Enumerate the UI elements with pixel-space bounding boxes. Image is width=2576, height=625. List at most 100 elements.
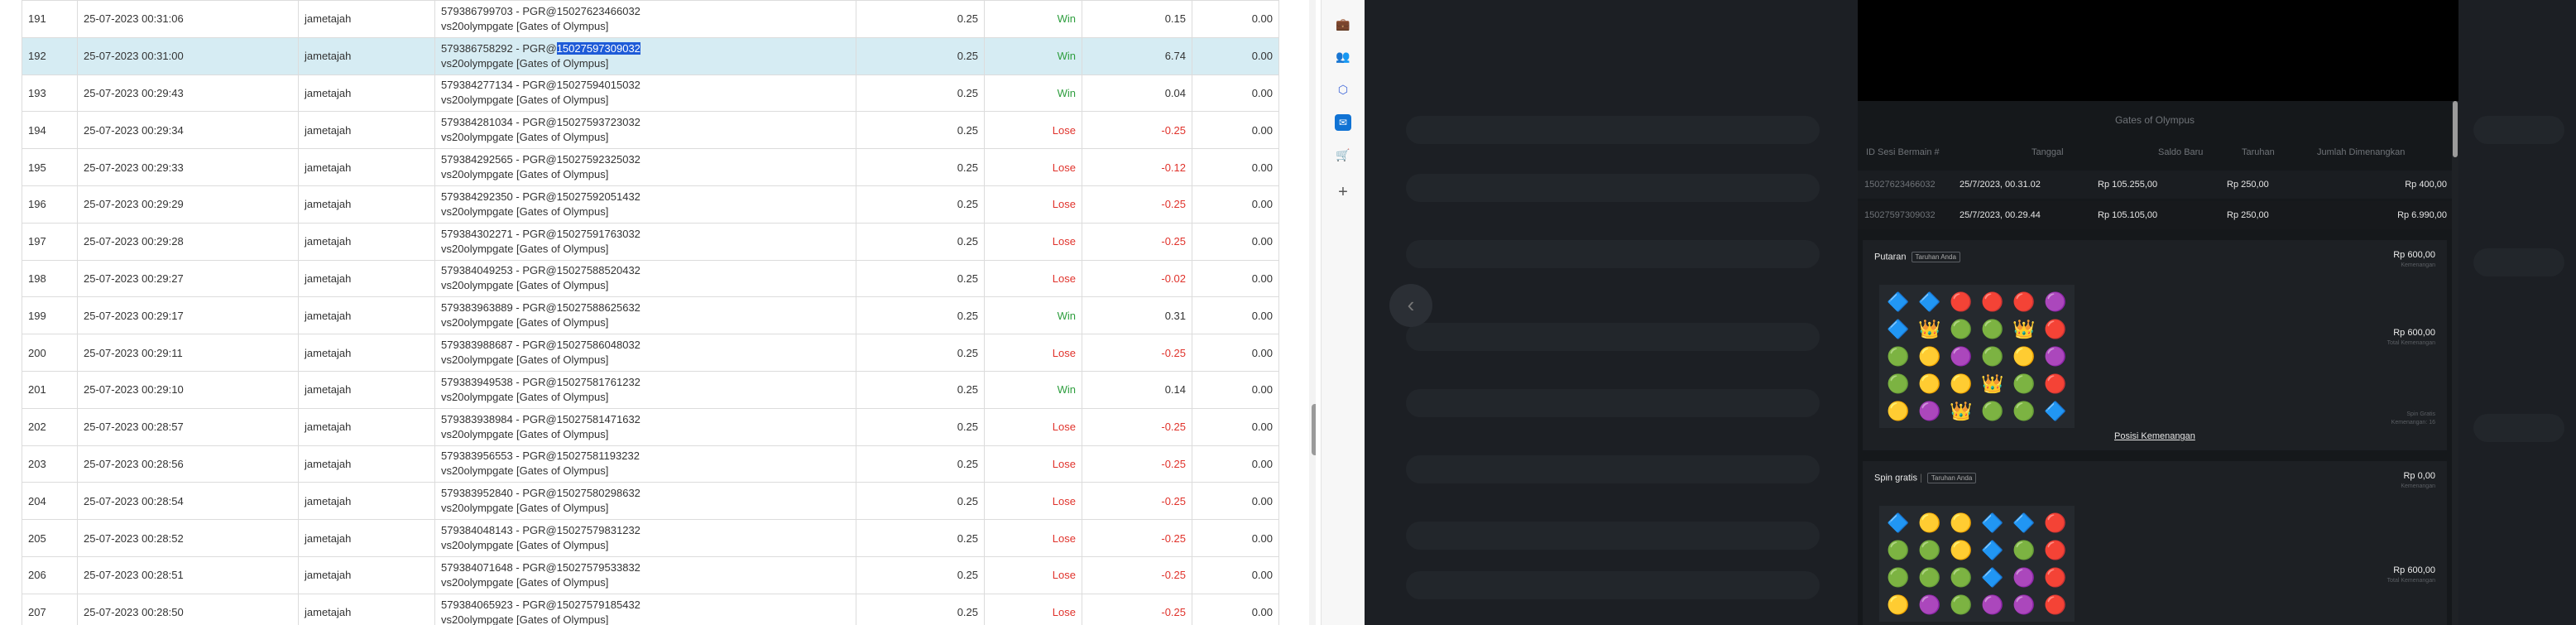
table-row[interactable]: 200 25-07-2023 00:29:11 jametajah 579383988… [22,334,1279,372]
background-row [2473,414,2564,442]
row-status: Lose [984,555,1082,594]
row-bet: 0.25 [856,593,985,625]
row-bet: Rp 250,00 [2227,180,2269,190]
row-game: 579384065923 - PGR@15027579185432 vs20oly… [434,593,856,625]
game-name: vs20olympgate [Gates of Olympus] [441,539,609,552]
row-bet: Rp 250,00 [2227,210,2269,220]
reel-symbol-icon: 🟢 [1981,346,2004,367]
row-jackpot: 0.00 [1192,222,1279,261]
row-win-loss: -0.25 [1082,407,1192,446]
table-row[interactable]: 194 25-07-2023 00:29:34 jametajah 579384281… [22,111,1279,150]
row-date: 25-07-2023 00:29:10 [77,370,299,409]
back-arrow-icon[interactable]: ‹ [1389,284,1432,327]
game-round-id: 579384292565 - PGR@15027592325032 [441,153,640,166]
copilot-icon[interactable]: ⬡ [1335,81,1351,98]
row-balance: Rp 105.105,00 [2098,210,2158,220]
row-bet: 0.25 [856,36,985,75]
table-row[interactable]: 191 25-07-2023 00:31:06 jametajah 579386799… [22,0,1279,38]
row-number: 193 [22,74,78,113]
row-status: Lose [984,185,1082,224]
header-session-id: ID Sesi Bermain # [1866,147,1940,157]
row-jackpot: 0.00 [1192,185,1279,224]
reel-symbol-icon: 🟢 [1981,319,2004,339]
background-row [1406,571,1820,599]
row-date: 25-07-2023 00:28:52 [77,519,299,557]
putaran-amount: Rp 600,00 [2393,250,2435,260]
game-round-id: 579383988687 - PGR@15027586048032 [441,339,640,352]
row-win-loss: 0.31 [1082,296,1192,335]
background-row [1406,116,1820,144]
row-username: jametajah [298,445,435,483]
row-status: Lose [984,259,1082,298]
table-row[interactable]: 204 25-07-2023 00:28:54 jametajah 579383952… [22,482,1279,521]
game-name: vs20olympgate [Gates of Olympus] [441,94,609,107]
row-game: 579383938984 - PGR@15027581471632 vs20oly… [434,407,856,446]
game-round-id: 579384065923 - PGR@15027579185432 [441,598,640,611]
table-row[interactable]: 203 25-07-2023 00:28:56 jametajah 579383956… [22,445,1279,483]
reel-grid: 🔷 🟡 🟡 🔷 🔷 🔴 🟢 🟢 🟡 🔷 🟢 🔴 🟢 🟢 🟢 🔷 🟣 🔴 🟡 🟣 🟢 🟣 🟣 🔴 [1879,506,2075,622]
row-number: 204 [22,482,78,521]
reel-symbol-icon: 🟢 [2012,373,2036,394]
row-win-loss: -0.25 [1082,222,1192,261]
game-round-id: 579384048143 - PGR@15027579831232 [441,524,640,537]
row-status: Lose [984,519,1082,557]
row-game: 579384302271 - PGR@15027591763032 vs20oly… [434,222,856,261]
free-spin-amount: Rp 0,00 [2403,471,2435,481]
table-row[interactable]: 197 25-07-2023 00:29:28 jametajah 579384302… [22,222,1279,261]
winning-positions-link[interactable]: Posisi Kemenangan [2114,431,2195,441]
row-number: 199 [22,296,78,335]
grid-amount: Rp 600,00 [2393,328,2435,338]
row-date: 25-07-2023 00:28:56 [77,445,299,483]
reel-symbol-icon: 🟢 [1981,401,2004,421]
game-name: vs20olympgate [Gates of Olympus] [441,575,609,589]
vertical-scrollbar[interactable] [1309,0,1316,625]
row-number: 201 [22,370,78,409]
table-row[interactable]: 193 25-07-2023 00:29:43 jametajah 579384277… [22,74,1279,113]
reel-symbol-icon: 🟣 [1981,594,2004,615]
table-row[interactable]: 207 25-07-2023 00:28:50 jametajah 579384065… [22,593,1279,625]
row-status: Lose [984,445,1082,483]
table-row[interactable]: 201 25-07-2023 00:29:10 jametajah 579383949… [22,370,1279,409]
reel-symbol-icon: 🔴 [2044,319,2067,339]
row-number: 198 [22,259,78,298]
row-game: 579383956553 - PGR@15027581193232 vs20oly… [434,445,856,483]
reel-symbol-icon: 👑 [2012,319,2036,339]
game-round-id: 579384302271 - PGR@15027591763032 [441,227,640,240]
row-status: Win [984,296,1082,335]
reel-symbol-icon: 👑 [1918,319,1941,339]
background-row [1406,174,1820,202]
row-bet: 0.25 [856,148,985,186]
modal-scrollbar-thumb[interactable] [2453,101,2458,157]
reel-symbol-icon: 🟢 [1887,540,1910,560]
grid-amount-label: Total Kemenangan [2387,340,2435,346]
add-icon[interactable]: + [1335,184,1351,200]
row-username: jametajah [298,222,435,261]
table-row[interactable]: 196 25-07-2023 00:29:29 jametajah 579384292… [22,185,1279,224]
table-row[interactable]: 205 25-07-2023 00:28:52 jametajah 579384048… [22,519,1279,557]
row-bet: 0.25 [856,407,985,446]
modal-title: Gates of Olympus [2114,114,2195,126]
row-status: Lose [984,593,1082,625]
table-row[interactable]: 206 25-07-2023 00:28:51 jametajah 579384071… [22,555,1279,594]
table-row[interactable]: 199 25-07-2023 00:29:17 jametajah 579383963… [22,296,1279,335]
row-username: jametajah [298,259,435,298]
outlook-icon[interactable]: ✉ [1335,114,1351,131]
table-row[interactable]: 198 25-07-2023 00:29:27 jametajah 579384049… [22,259,1279,298]
row-status: Win [984,36,1082,75]
row-win: Rp 6.990,00 [2397,210,2447,220]
people-icon[interactable]: 👥 [1335,48,1351,65]
selected-text[interactable]: 15027597309032 [556,41,640,55]
reel-symbol-icon: 🔷 [1887,512,1910,533]
table-row[interactable]: 195 25-07-2023 00:29:33 jametajah 579384292… [22,148,1279,186]
briefcase-icon[interactable]: 💼 [1335,16,1351,32]
scrollbar-thumb[interactable] [1312,404,1316,455]
reel-symbol-icon: 🟡 [1887,401,1910,421]
row-game: 579384292350 - PGR@15027592051432 vs20oly… [434,185,856,224]
row-win-loss: 6.74 [1082,36,1192,75]
modal-scrollbar[interactable] [2452,101,2458,625]
row-status: Lose [984,334,1082,372]
table-row[interactable]: 192 25-07-2023 00:31:00 jametajah 579386758… [22,36,1279,75]
game-name: vs20olympgate [Gates of Olympus] [441,353,609,367]
table-row[interactable]: 202 25-07-2023 00:28:57 jametajah 579383938… [22,407,1279,446]
shopping-icon[interactable]: 🛒 [1335,147,1351,163]
